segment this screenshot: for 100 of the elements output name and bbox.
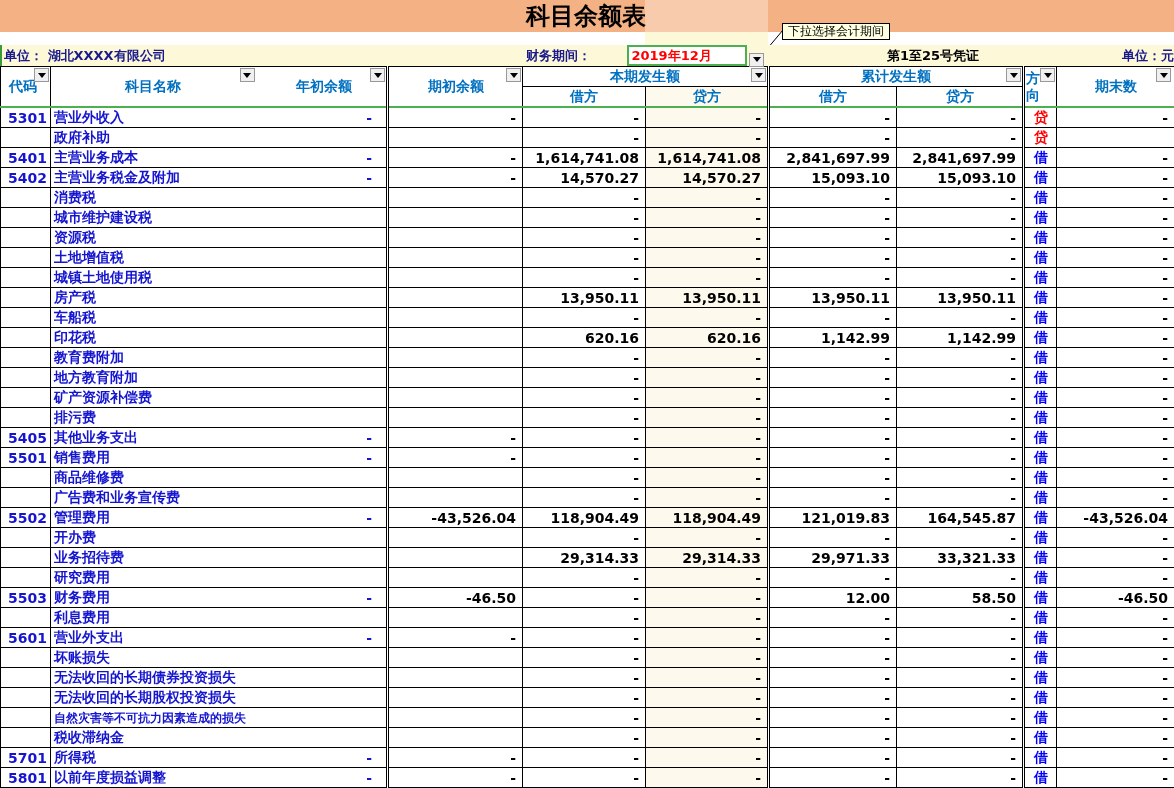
table-cell: - (755, 649, 761, 666)
account-code: 5801 (8, 769, 47, 786)
table-cell: 13,950.11 (682, 289, 761, 306)
table-cell: - (755, 209, 761, 226)
table-cell: - (366, 109, 372, 126)
table-cell: - (884, 369, 890, 386)
direction-mark: 借 (1033, 488, 1048, 505)
table-cell: - (1162, 609, 1168, 626)
table-cell: - (1162, 229, 1168, 246)
direction-mark: 借 (1033, 388, 1048, 405)
direction-mark: 借 (1033, 288, 1048, 305)
table-cell: - (366, 769, 372, 786)
direction-mark: 借 (1033, 208, 1048, 225)
account-name: 广告费和业务宣传费 (54, 488, 180, 507)
table-cell: - (633, 609, 639, 626)
account-name: 自然灾害等不可抗力因素造成的损失 (54, 709, 246, 727)
table-cell: - (1162, 349, 1168, 366)
table-cell: - (1010, 449, 1016, 466)
account-name: 教育费附加 (54, 348, 124, 367)
table-cell: - (1162, 569, 1168, 586)
column-header: 年初余额 (296, 77, 352, 94)
account-name: 以前年度损益调整 (54, 768, 166, 787)
table-cell: - (633, 269, 639, 286)
dropdown-button[interactable] (751, 68, 766, 82)
table-cell: - (1162, 209, 1168, 226)
table-cell: 13,950.11 (560, 289, 639, 306)
table-cell: - (1010, 569, 1016, 586)
dropdown-button[interactable] (749, 52, 764, 67)
dropdown-button[interactable] (239, 68, 255, 82)
direction-mark: 借 (1033, 628, 1048, 645)
direction-mark: 借 (1033, 508, 1048, 525)
table-cell: - (755, 109, 761, 126)
table-cell: - (510, 149, 516, 166)
table-cell: - (755, 269, 761, 286)
direction-mark: 借 (1033, 368, 1048, 385)
account-name: 税收滞纳金 (54, 728, 124, 747)
table-cell: 15,093.10 (937, 169, 1016, 186)
table-cell: - (633, 629, 639, 646)
table-cell: - (755, 709, 761, 726)
table-cell: - (1010, 409, 1016, 426)
table-cell: - (755, 469, 761, 486)
table-cell: - (1162, 169, 1168, 186)
table-cell: - (884, 709, 890, 726)
table-cell: - (884, 729, 890, 746)
table-cell: - (884, 129, 890, 146)
table-cell: - (366, 629, 372, 646)
caret-icon (1159, 72, 1168, 78)
column-header: 期初余额 (427, 77, 484, 94)
table-cell: - (1010, 269, 1016, 286)
table-cell: -46.50 (465, 589, 516, 606)
period-field[interactable]: 2019年12月 (627, 45, 748, 66)
table-cell: - (1162, 689, 1168, 706)
dropdown-button[interactable] (370, 68, 385, 82)
table-cell: 29,314.33 (560, 549, 639, 566)
direction-mark: 借 (1033, 728, 1048, 745)
column-header: 科目名称 (125, 77, 182, 94)
table-cell: - (884, 429, 890, 446)
table-cell: - (510, 769, 516, 786)
table-cell: - (1010, 349, 1016, 366)
table-cell: - (755, 769, 761, 786)
dropdown-button[interactable] (1040, 68, 1055, 82)
direction-mark: 贷 (1033, 108, 1048, 125)
table-cell: - (633, 709, 639, 726)
table-cell: - (1010, 649, 1016, 666)
table-cell: - (633, 589, 639, 606)
account-name: 城市维护建设税 (54, 208, 152, 227)
table-cell: - (755, 629, 761, 646)
account-code: 5601 (8, 629, 47, 646)
table-cell: - (884, 489, 890, 506)
table-cell: - (755, 429, 761, 446)
account-name: 研究费用 (54, 568, 110, 587)
direction-mark: 借 (1033, 668, 1048, 685)
direction-mark: 借 (1033, 188, 1048, 205)
account-name: 业务招待费 (54, 548, 124, 567)
table-cell: 15,093.10 (811, 169, 890, 186)
account-name: 利息费用 (54, 608, 110, 627)
account-name: 城镇土地使用税 (54, 268, 152, 287)
table-cell: -43,526.04 (431, 509, 516, 526)
table-cell: 29,314.33 (682, 549, 761, 566)
account-code: 5701 (8, 749, 47, 766)
column-header: 借方 (819, 87, 847, 104)
currency-unit: 单位：元 (1122, 46, 1174, 65)
dropdown-button[interactable] (1006, 68, 1021, 82)
table-cell: - (1010, 629, 1016, 646)
caret-icon (1043, 72, 1052, 78)
table-cell: - (755, 249, 761, 266)
dropdown-button[interactable] (1156, 68, 1171, 82)
table-cell: - (366, 169, 372, 186)
table-cell: 1,614,741.08 (657, 149, 761, 166)
direction-mark: 借 (1033, 568, 1048, 585)
dropdown-button[interactable] (506, 68, 521, 82)
caret-icon (243, 72, 251, 78)
table-cell: - (1162, 269, 1168, 286)
account-name: 政府补助 (54, 128, 110, 147)
table-cell: - (633, 749, 639, 766)
account-name: 房产税 (54, 288, 96, 307)
table-cell: - (510, 429, 516, 446)
table-cell: 13,950.11 (811, 289, 890, 306)
account-name: 所得税 (54, 748, 96, 767)
table-cell: - (633, 449, 639, 466)
